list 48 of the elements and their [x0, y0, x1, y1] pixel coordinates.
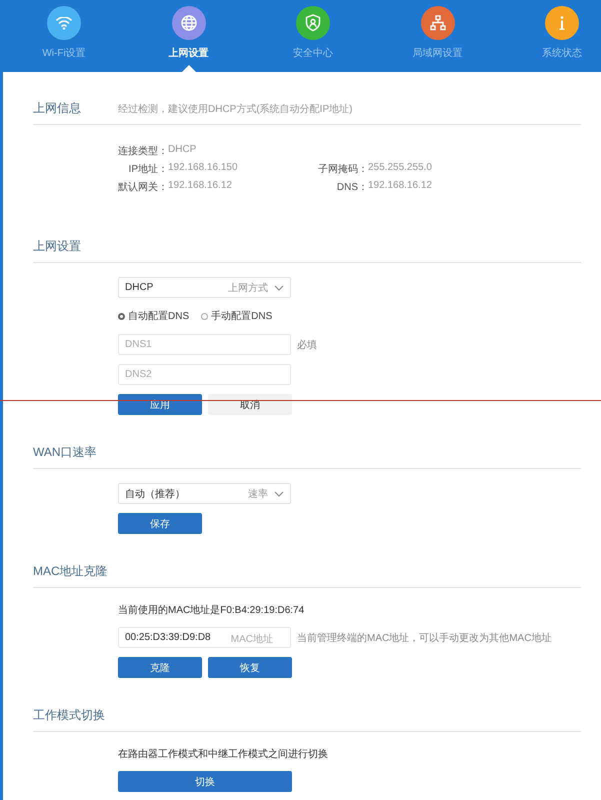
- info-label: 子网掩码：: [317, 163, 368, 176]
- nav-tab[interactable]: 局域网设置: [412, 46, 462, 60]
- field-suffix: MAC地址: [230, 632, 273, 646]
- info-value: 192.168.16.150: [168, 162, 238, 175]
- network-icon: [430, 15, 446, 31]
- info-value: 192.168.16.12: [368, 180, 432, 193]
- shield-icon: [305, 14, 321, 32]
- section-title: MAC地址克隆: [33, 563, 109, 580]
- dropdown[interactable]: 自动（推荐） 速率: [118, 483, 291, 504]
- nav-tab[interactable]: 上网设置: [168, 46, 208, 60]
- field-note: 当前管理终端的MAC地址，可以手动更改为其他MAC地址: [297, 632, 552, 644]
- section-title: WAN口速率: [33, 444, 98, 461]
- info-label: 连接类型：: [118, 144, 168, 158]
- input-field[interactable]: DNS1: [118, 334, 291, 355]
- radio-option[interactable]: 手动配置DNS: [201, 309, 272, 323]
- chevron-down-icon: [274, 284, 284, 290]
- action-button[interactable]: 克隆: [118, 657, 202, 678]
- nav-icon-circle[interactable]: [545, 6, 579, 40]
- info-label: DNS：: [336, 181, 368, 194]
- nav-tab[interactable]: 系统状态: [542, 46, 582, 60]
- dropdown[interactable]: DHCP 上网方式: [118, 277, 291, 298]
- section-hint: 经过检测，建议使用DHCP方式(系统自动分配IP地址): [118, 102, 352, 116]
- info-label: IP地址：: [128, 162, 168, 176]
- nav-icon-circle[interactable]: [172, 6, 206, 40]
- section-title: 工作模式切换: [33, 707, 106, 724]
- description-text: 当前使用的MAC地址是F0:B4:29:19:D6:74: [118, 604, 306, 618]
- nav-icon-circle[interactable]: [296, 6, 330, 40]
- nav-tab[interactable]: Wi-Fi设置: [42, 46, 86, 60]
- action-button[interactable]: 保存: [118, 513, 202, 534]
- wifi-icon: [56, 16, 72, 30]
- nav-tab[interactable]: 安全中心: [293, 46, 333, 60]
- input-field[interactable]: DNS2: [118, 364, 291, 385]
- action-button[interactable]: 切换: [118, 771, 292, 792]
- chevron-down-icon: [274, 490, 284, 496]
- globe-icon: [180, 15, 196, 31]
- info-label: 默认网关：: [118, 180, 168, 194]
- info-icon: [559, 16, 565, 30]
- info-value: 192.168.16.12: [168, 180, 232, 193]
- section-title: 上网设置: [33, 238, 82, 255]
- nav-icon-circle[interactable]: [47, 6, 81, 40]
- section-title: 上网信息: [33, 100, 82, 117]
- info-value: 255.255.255.0: [368, 162, 432, 175]
- info-value: DHCP: [168, 144, 196, 157]
- radio-option[interactable]: 自动配置DNS: [118, 309, 190, 323]
- field-note: 必填: [297, 338, 317, 352]
- nav-icon-circle[interactable]: [420, 6, 454, 40]
- description-text: 在路由器工作模式和中继工作模式之间进行切换: [118, 748, 329, 762]
- action-button[interactable]: 恢复: [208, 657, 292, 678]
